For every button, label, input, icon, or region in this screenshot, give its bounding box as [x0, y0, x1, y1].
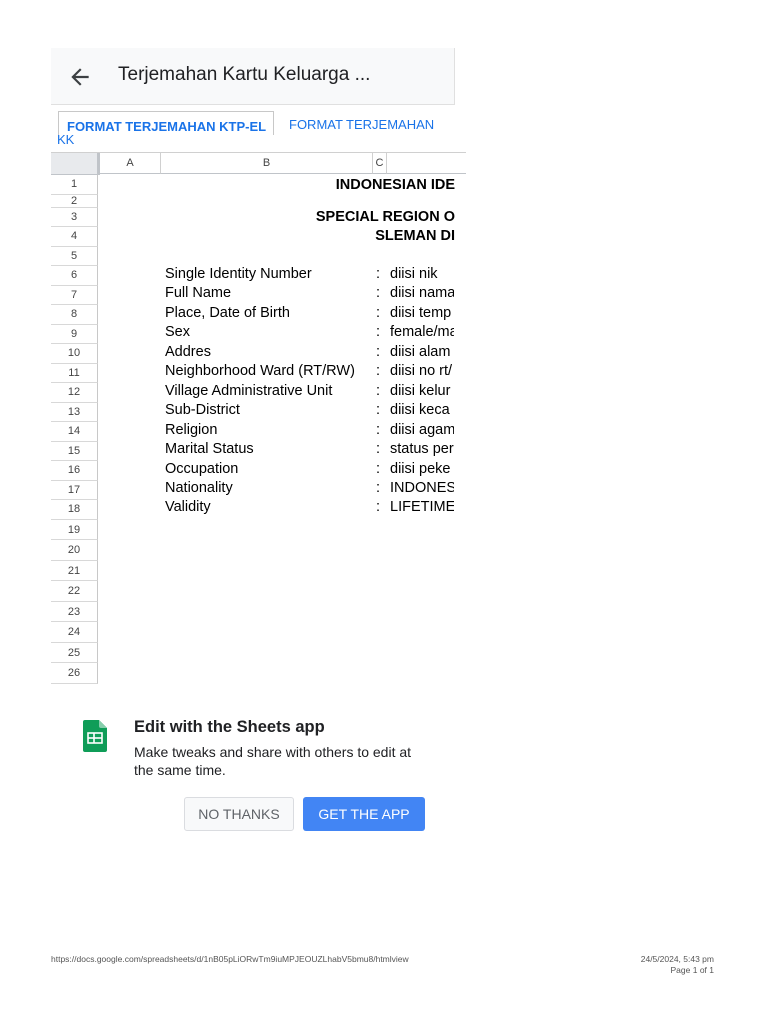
promo-title: Edit with the Sheets app [134, 718, 325, 736]
field-separator: : [376, 266, 381, 282]
row-header[interactable]: 6 [51, 266, 98, 286]
google-sheets-icon [83, 720, 107, 752]
region-heading: SPECIAL REGION O [315, 209, 455, 225]
field-label: Religion [165, 421, 218, 438]
row-header[interactable]: 5 [51, 246, 98, 266]
row-header[interactable]: 22 [51, 581, 98, 602]
field-label: Neighborhood Ward (RT/RW) [165, 363, 355, 380]
field-value: female/ma [390, 324, 454, 341]
field-value: diisi keca [390, 402, 450, 419]
field-label: Validity [165, 499, 211, 516]
field-separator: : [376, 441, 381, 458]
sheet-tabs: FORMAT TERJEMAHAN KK FORMAT TERJEMAHAN K… [51, 104, 466, 152]
spreadsheet-grid: A B C 1 2 3 4 5 6 7 8 9 10 11 12 13 14 15 16 17 18 19 20 21 2… [51, 152, 466, 684]
row-header[interactable]: 17 [51, 480, 98, 500]
field-value: diisi nama [390, 285, 454, 302]
field-separator: : [376, 499, 381, 516]
field-value: diisi agam [390, 421, 454, 438]
field-value: LIFETIME [390, 499, 454, 516]
header-divider [454, 48, 455, 104]
row-header[interactable]: 11 [51, 363, 98, 383]
row-header[interactable]: 14 [51, 422, 98, 442]
field-value: diisi peke [390, 460, 451, 477]
field-separator: : [376, 343, 381, 360]
get-the-app-button[interactable]: GET THE APP [303, 797, 425, 831]
field-label: Occupation [165, 460, 239, 477]
page-url: https://docs.google.com/spreadsheets/d/1… [51, 954, 409, 964]
field-separator: : [376, 285, 381, 302]
field-separator: : [376, 402, 381, 419]
field-value: diisi alam [390, 343, 451, 360]
field-separator: : [376, 382, 381, 399]
column-header-d[interactable] [387, 153, 466, 174]
tab-format-ktp-el[interactable]: FORMAT TERJEMAHAN KTP-EL [58, 111, 274, 135]
field-value: INDONES [390, 479, 454, 496]
field-label: Full Name [165, 285, 232, 302]
row-header[interactable]: 9 [51, 324, 98, 344]
field-value: status per [390, 441, 454, 458]
row-header[interactable]: 4 [51, 227, 98, 247]
no-thanks-button[interactable]: NO THANKS [184, 797, 294, 831]
page-count: Page 1 of 1 [670, 965, 714, 975]
row-header[interactable]: 24 [51, 622, 98, 643]
field-value: diisi nik [390, 266, 438, 282]
row-header[interactable]: 18 [51, 500, 98, 520]
regency-heading: SLEMAN DI [375, 228, 455, 244]
row-header[interactable]: 3 [51, 207, 98, 227]
field-value: diisi no rt/ [390, 363, 453, 380]
row-header[interactable]: 15 [51, 441, 98, 461]
row-header[interactable]: 19 [51, 519, 98, 540]
field-separator: : [376, 363, 381, 380]
print-date: 24/5/2024, 5:43 pm [640, 954, 714, 964]
document-heading: INDONESIAN IDE [335, 177, 455, 193]
field-label: Addres [165, 343, 211, 360]
field-separator: : [376, 421, 381, 438]
row-header[interactable]: 26 [51, 663, 98, 684]
field-label: Nationality [165, 479, 233, 496]
column-header-c[interactable]: C [373, 153, 387, 174]
app-header: Terjemahan Kartu Keluarga ... [51, 48, 455, 105]
field-label: Sex [165, 324, 190, 341]
column-header-a[interactable]: A [100, 153, 161, 174]
row-header[interactable]: 12 [51, 383, 98, 403]
row-header[interactable]: 20 [51, 540, 98, 561]
select-all-corner[interactable] [51, 153, 100, 175]
document-title: Terjemahan Kartu Keluarga ... [118, 64, 371, 85]
promo-description: Make tweaks and share with others to edi… [134, 744, 412, 778]
row-header[interactable]: 2 [51, 194, 98, 208]
field-separator: : [376, 304, 381, 321]
back-arrow-icon[interactable] [67, 64, 93, 90]
row-header[interactable]: 16 [51, 461, 98, 481]
row-header[interactable]: 23 [51, 601, 98, 622]
row-header[interactable]: 13 [51, 402, 98, 422]
field-separator: : [376, 460, 381, 477]
row-header[interactable]: 10 [51, 344, 98, 364]
row-header[interactable]: 8 [51, 305, 98, 325]
row-header[interactable]: 21 [51, 560, 98, 581]
row-header[interactable]: 25 [51, 642, 98, 663]
field-label: Single Identity Number [165, 266, 312, 282]
column-header-b[interactable]: B [161, 153, 373, 174]
row-header[interactable]: 1 [51, 175, 98, 195]
field-label: Place, Date of Birth [165, 304, 290, 321]
field-separator: : [376, 324, 381, 341]
field-value: diisi temp [390, 304, 452, 321]
field-label: Sub-District [165, 402, 240, 419]
field-label: Village Administrative Unit [165, 382, 333, 399]
sheets-app-promo: Edit with the Sheets app Make tweaks and… [0, 700, 768, 850]
field-value: diisi kelur [390, 382, 451, 399]
field-label: Marital Status [165, 441, 254, 458]
field-separator: : [376, 479, 381, 496]
row-header[interactable]: 7 [51, 285, 98, 305]
